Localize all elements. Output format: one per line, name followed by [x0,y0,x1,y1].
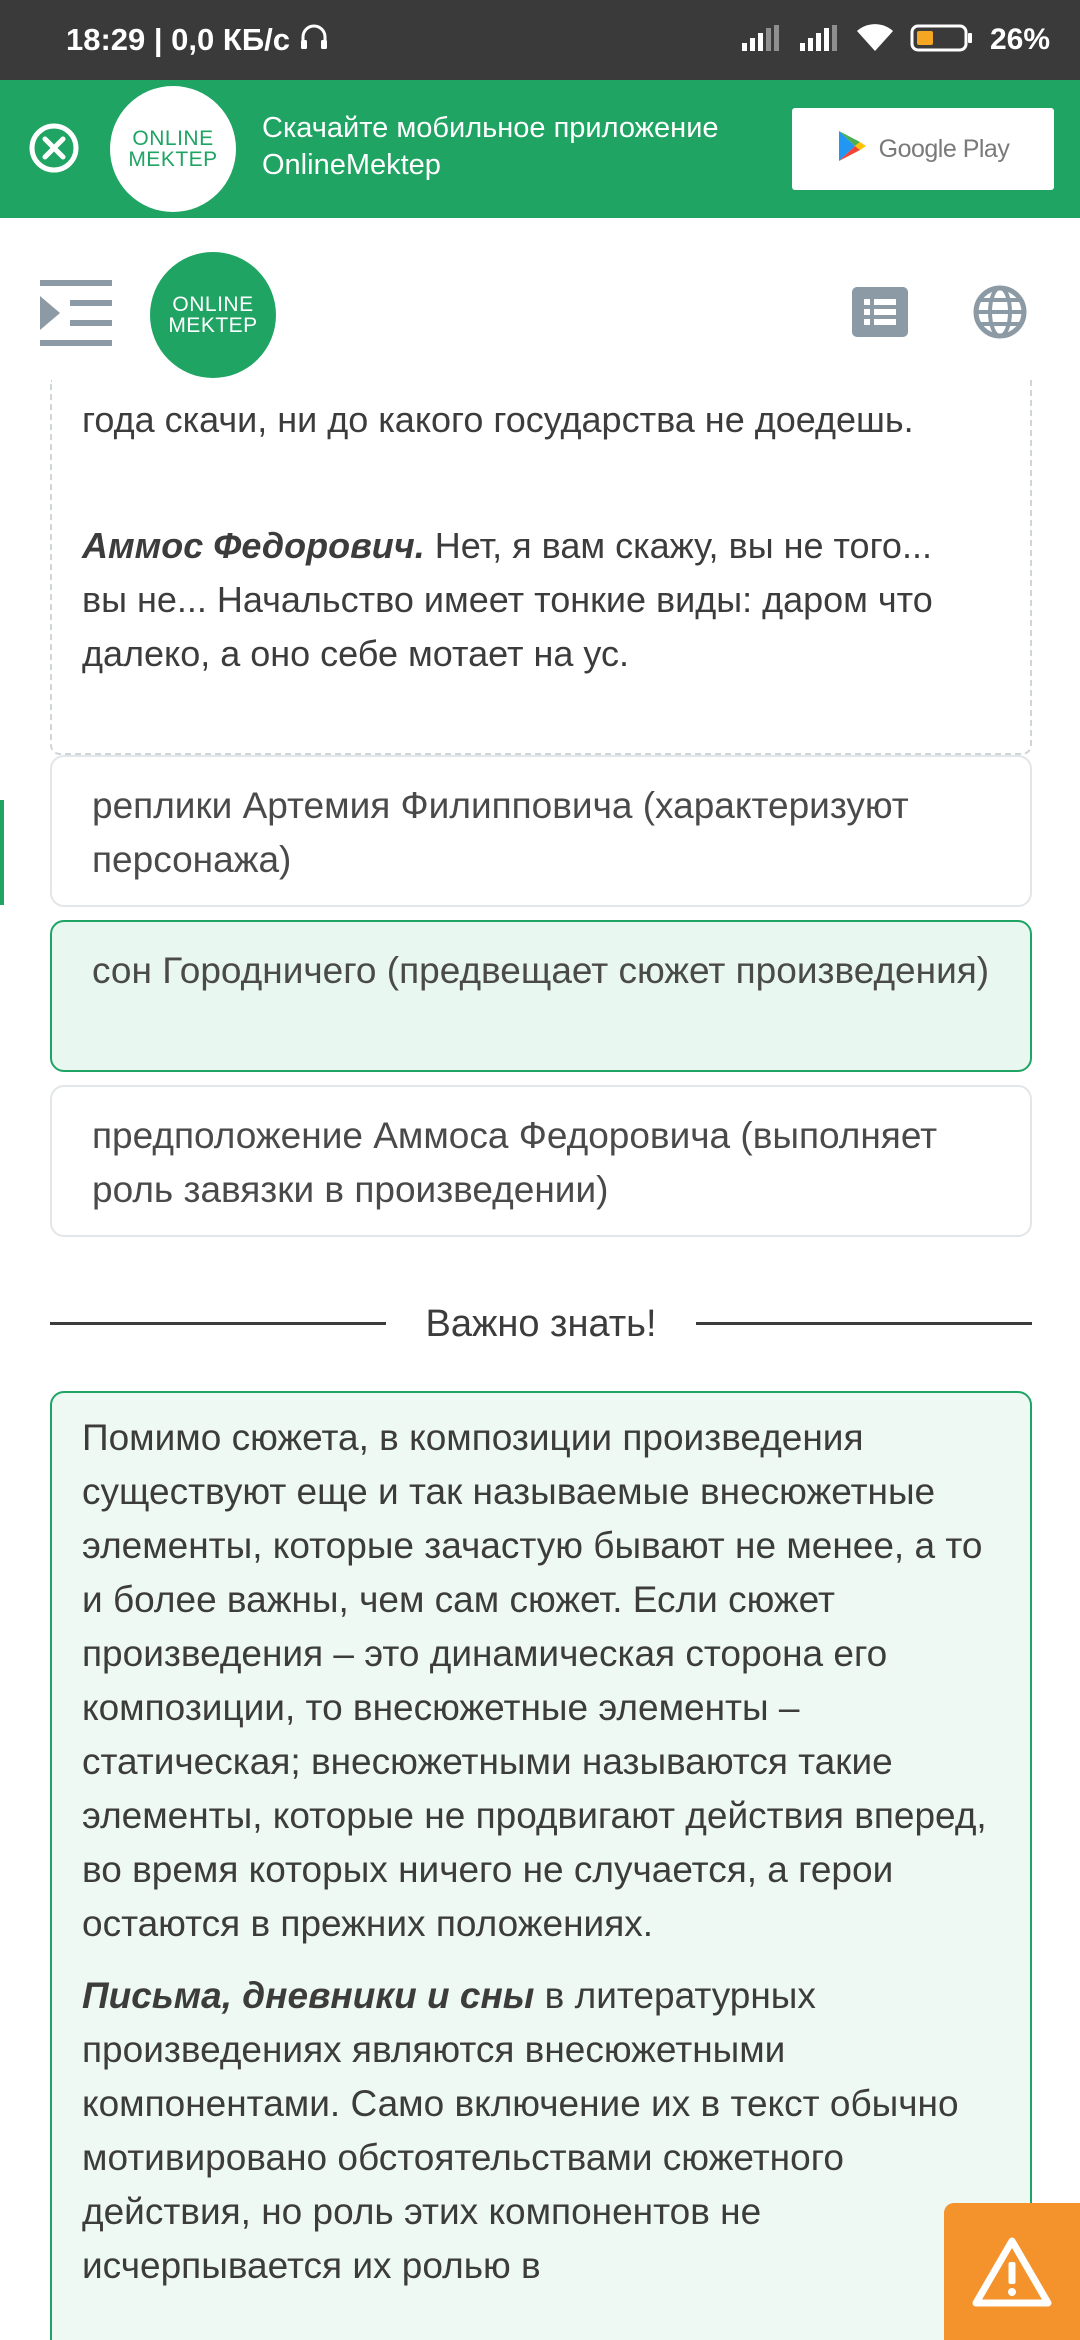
info-box: Помимо сюжета, в композиции произведения… [50,1391,1032,2340]
signal-icon-2 [798,24,840,56]
nav-logo-line1: ONLINE [172,293,254,316]
quote-speaker: Аммос Федорович. [82,525,425,566]
google-play-icon [837,129,867,170]
answer-option[interactable]: реплики Артемия Филипповича (характеризу… [50,755,1032,907]
answer-option-text: реплики Артемия Филипповича (характеризу… [92,785,909,880]
globe-icon[interactable] [972,284,1028,340]
app-download-banner: ONLINE MEKTEP Скачайте мобильное приложе… [0,80,1080,218]
section-title: Важно знать! [425,1303,657,1345]
quote-card: года скачи, ни до какого государства не … [50,380,1032,755]
signal-icon [740,24,782,56]
status-time: 18:29 | 0,0 КБ/с [66,0,330,80]
divider-line [696,1322,1032,1325]
list-icon[interactable] [852,287,908,337]
answer-option-text: сон Городничего (предвещает сюжет произв… [92,950,990,991]
quote-paragraph: Аммос Федорович. Нет, я вам скажу, вы не… [82,519,982,681]
banner-text: Скачайте мобильное приложение OnlineMekt… [262,112,719,181]
answer-option[interactable]: предположение Аммоса Федоровича (выполня… [50,1085,1032,1237]
info-paragraph-text: в литературных произведениях являются вн… [82,1975,959,2286]
banner-logo-line2: MEKTEP [128,148,218,171]
nav-logo[interactable]: ONLINE MEKTEP [150,252,276,378]
headphones-icon [298,20,330,60]
quote-fragment: года скачи, ни до какого государства не … [82,399,914,440]
info-paragraph: Помимо сюжета, в композиции произведения… [82,1417,987,1944]
status-bar: 18:29 | 0,0 КБ/с 26% [0,0,1080,80]
info-paragraph: Письма, дневники и сны в литературных пр… [82,1969,1000,2293]
answer-option-text: предположение Аммоса Федоровича (выполня… [92,1115,938,1210]
banner-logo: ONLINE MEKTEP [110,86,236,212]
google-play-label: Google Play [878,134,1010,163]
banner-logo-line1: ONLINE [132,127,214,150]
nav-logo-line2: MEKTEP [168,314,258,337]
wifi-icon [856,23,894,58]
left-accent-bar [0,800,4,905]
battery-percent: 26% [989,23,1050,56]
warning-icon[interactable] [944,2203,1080,2340]
info-paragraph-bold: Письма, дневники и сны [82,1975,535,2016]
answer-option-selected[interactable]: сон Городничего (предвещает сюжет произв… [50,920,1032,1072]
divider-line [50,1322,386,1325]
status-time-text: 18:29 | 0,0 КБ/с [66,22,290,57]
close-icon[interactable] [26,120,82,176]
battery-icon [910,23,974,58]
menu-indent-icon[interactable] [40,280,112,346]
google-play-button[interactable]: Google Play [792,108,1054,190]
